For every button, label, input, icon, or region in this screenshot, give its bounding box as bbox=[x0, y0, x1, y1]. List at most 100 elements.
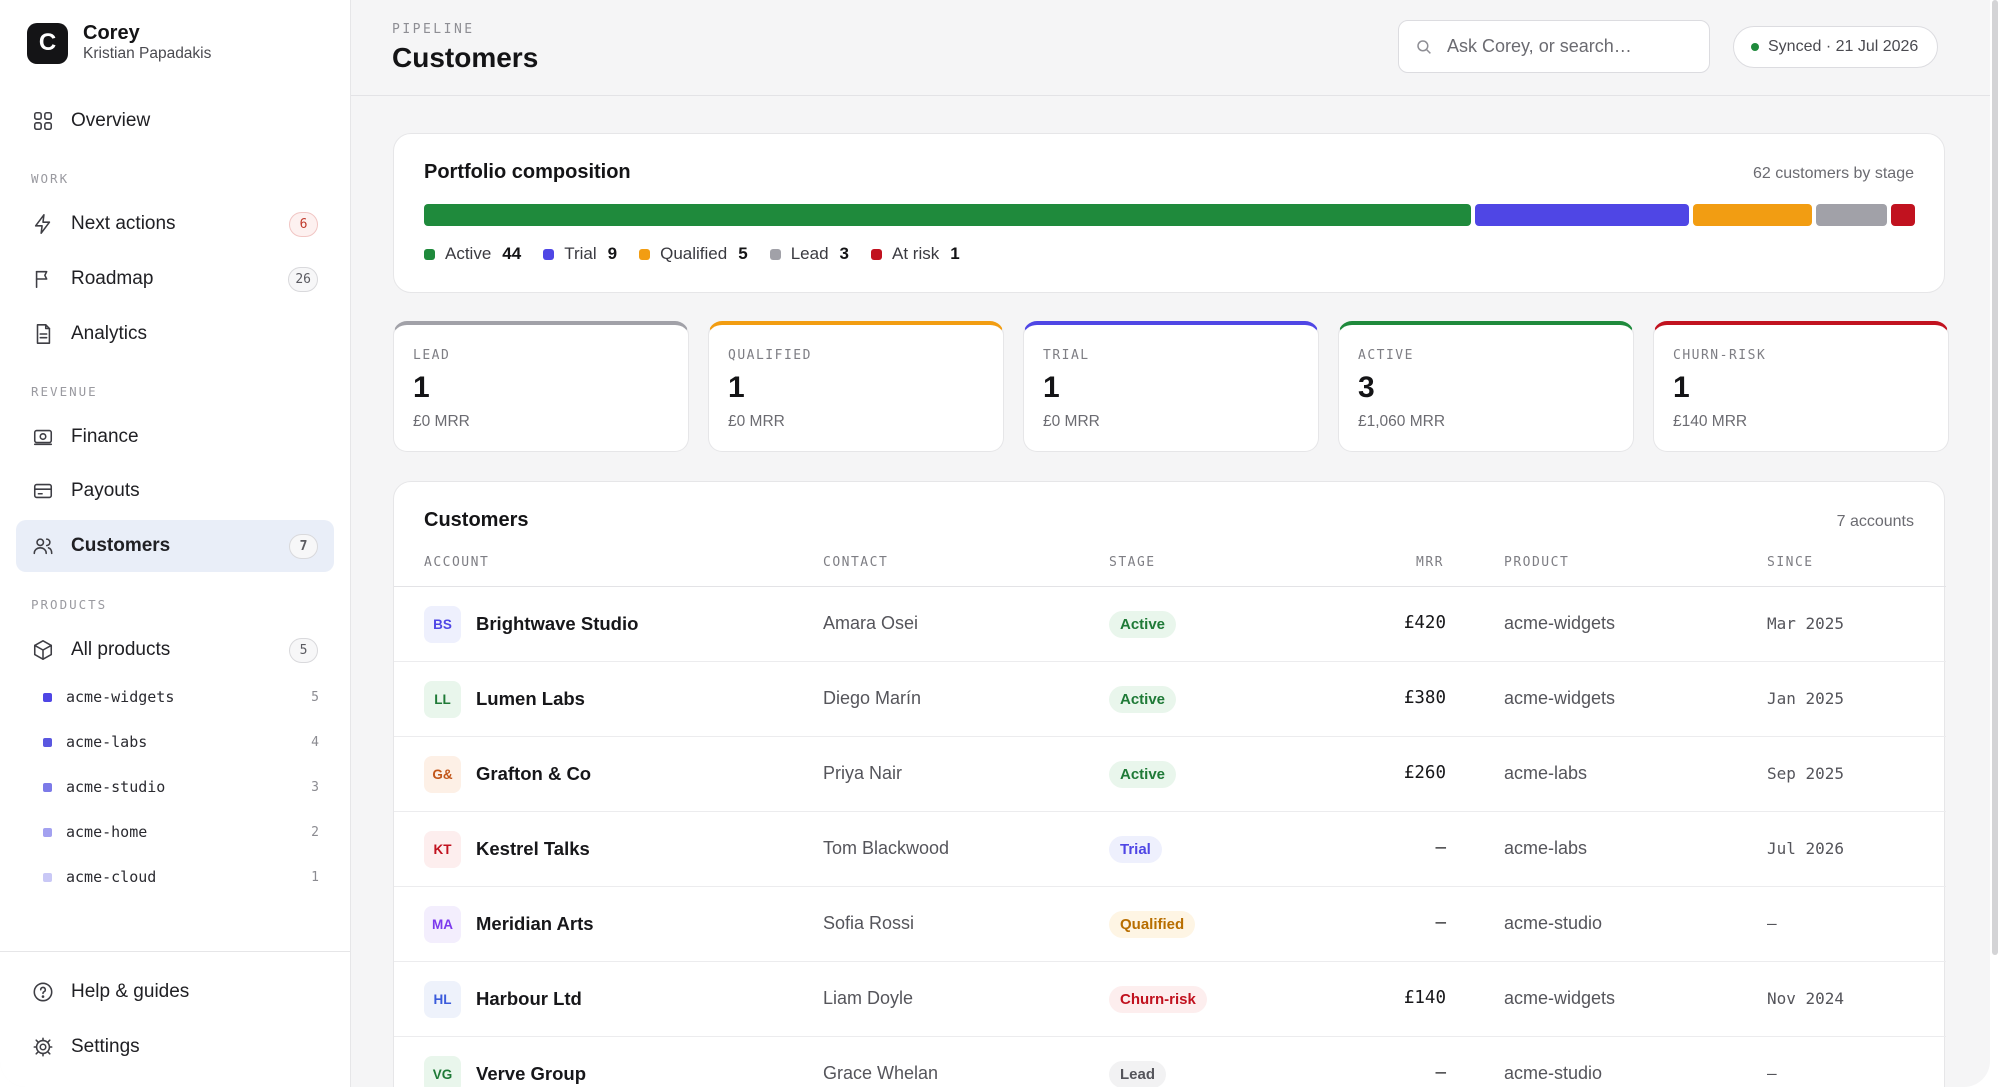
account-name[interactable]: Meridian Arts bbox=[476, 913, 594, 935]
search-icon bbox=[1415, 38, 1433, 56]
stage-card-active[interactable]: ACTIVE 3 £1,060 MRR bbox=[1338, 321, 1634, 452]
sidebar-item-all-products[interactable]: All products 5 bbox=[16, 624, 334, 676]
product-item[interactable]: acme-home 2 bbox=[43, 817, 319, 847]
mrr-value: — bbox=[1435, 913, 1446, 933]
product-name: acme-widgets bbox=[1504, 988, 1616, 1008]
sidebar-item-label: All products bbox=[71, 639, 171, 660]
column-header-account[interactable]: ACCOUNT bbox=[424, 555, 489, 570]
search-input[interactable] bbox=[1447, 36, 1697, 57]
account-name[interactable]: Brightwave Studio bbox=[476, 613, 638, 635]
status-badge: Trial bbox=[1109, 836, 1162, 863]
scrollbar[interactable] bbox=[1990, 0, 2000, 1087]
table-row[interactable]: MA Meridian Arts Sofia Rossi Qualified — acme… bbox=[394, 887, 1946, 962]
mrr-value: £420 bbox=[1403, 613, 1446, 633]
brand-name: Corey bbox=[83, 22, 140, 44]
sidebar: C Corey Kristian Papadakis Overview WORK… bbox=[0, 0, 351, 1087]
stage-card-qualified[interactable]: QUALIFIED 1 £0 MRR bbox=[708, 321, 1004, 452]
sidebar-item-label: Payouts bbox=[71, 480, 140, 501]
stage-count: 1 bbox=[728, 371, 745, 404]
legend-color-dot bbox=[424, 248, 435, 260]
workspace-switcher[interactable]: C Corey Kristian Papadakis bbox=[27, 22, 211, 64]
sidebar-item-finance[interactable]: Finance bbox=[16, 411, 334, 463]
section-label-products: PRODUCTS bbox=[31, 597, 108, 612]
count-badge: 26 bbox=[288, 266, 318, 292]
table-row[interactable]: KT Kestrel Talks Tom Blackwood Trial — acme-l… bbox=[394, 812, 1946, 887]
stage-card-lead[interactable]: LEAD 1 £0 MRR bbox=[393, 321, 689, 452]
stage-label: TRIAL bbox=[1043, 348, 1090, 363]
avatar: BS bbox=[424, 606, 461, 643]
account-name[interactable]: Grafton & Co bbox=[476, 763, 591, 785]
product-name: acme-labs bbox=[1504, 838, 1588, 858]
sidebar-item-payouts[interactable]: Payouts bbox=[16, 465, 334, 517]
contact-name: Grace Whelan bbox=[823, 1063, 939, 1083]
sidebar-item-label: Roadmap bbox=[71, 268, 154, 289]
legend-item: Qualified 5 bbox=[639, 244, 748, 264]
sidebar-item-label: Customers bbox=[71, 535, 171, 556]
column-header-product[interactable]: PRODUCT bbox=[1504, 555, 1569, 570]
stage-card-trial[interactable]: TRIAL 1 £0 MRR bbox=[1023, 321, 1319, 452]
avatar: KT bbox=[424, 831, 461, 868]
sidebar-item-overview[interactable]: Overview bbox=[16, 95, 334, 147]
stage-count: 1 bbox=[413, 371, 430, 404]
sidebar-item-analytics[interactable]: Analytics bbox=[16, 308, 334, 360]
account-name[interactable]: Verve Group bbox=[476, 1063, 586, 1085]
account-name[interactable]: Harbour Ltd bbox=[476, 988, 582, 1010]
legend-color-dot bbox=[543, 248, 555, 260]
help-icon bbox=[31, 980, 55, 1004]
table-row[interactable]: G& Grafton & Co Priya Nair Active £260 acme-l… bbox=[394, 737, 1946, 812]
column-header-contact[interactable]: CONTACT bbox=[823, 555, 888, 570]
sidebar-item-settings[interactable]: Settings bbox=[16, 1021, 334, 1073]
product-color-dot bbox=[43, 737, 52, 747]
status-badge: Active bbox=[1109, 611, 1177, 638]
scrollbar-thumb[interactable] bbox=[1992, 0, 1998, 955]
product-item[interactable]: acme-labs 4 bbox=[43, 727, 319, 757]
avatar: LL bbox=[424, 681, 461, 718]
sidebar-item-customers[interactable]: Customers 7 bbox=[16, 520, 334, 572]
account-name[interactable]: Lumen Labs bbox=[476, 688, 585, 710]
account-name[interactable]: Kestrel Talks bbox=[476, 838, 590, 860]
flag-icon bbox=[31, 267, 55, 291]
sidebar-item-roadmap[interactable]: Roadmap 26 bbox=[16, 253, 334, 305]
avatar: VG bbox=[424, 1056, 461, 1087]
mrr-value: £260 bbox=[1403, 763, 1446, 783]
product-name: acme-labs bbox=[1504, 763, 1588, 783]
product-color-dot bbox=[43, 827, 52, 837]
product-color-dot bbox=[43, 872, 52, 882]
product-item[interactable]: acme-cloud 1 bbox=[43, 862, 319, 892]
legend-count: 44 bbox=[502, 244, 522, 263]
lightning-icon bbox=[31, 212, 55, 236]
table-row[interactable]: BS Brightwave Studio Amara Osei Active £420 a… bbox=[394, 587, 1946, 662]
search-box[interactable] bbox=[1398, 20, 1710, 73]
since-date: Jan 2025 bbox=[1767, 689, 1845, 708]
mrr-value: — bbox=[1435, 838, 1446, 858]
stage-label: ACTIVE bbox=[1358, 348, 1414, 363]
column-header-since[interactable]: SINCE bbox=[1767, 555, 1814, 570]
legend-count: 3 bbox=[839, 244, 849, 263]
table-row[interactable]: VG Verve Group Grace Whelan Lead — acme-studi… bbox=[394, 1037, 1946, 1087]
legend-color-dot bbox=[871, 248, 882, 260]
sidebar-item-label: Analytics bbox=[71, 323, 148, 344]
legend-count: 9 bbox=[607, 244, 618, 263]
stage-mrr: £0 MRR bbox=[1043, 413, 1100, 430]
users-icon bbox=[31, 534, 55, 558]
status-badge: Churn-risk bbox=[1109, 986, 1207, 1013]
sidebar-item-next-actions[interactable]: Next actions 6 bbox=[16, 198, 334, 250]
column-header-stage[interactable]: STAGE bbox=[1109, 555, 1156, 570]
sidebar-item-help[interactable]: Help & guides bbox=[16, 966, 334, 1018]
product-name: acme-studio bbox=[1504, 913, 1603, 933]
sidebar-divider bbox=[0, 951, 351, 952]
card-title: Customers bbox=[424, 509, 529, 531]
count-badge: 7 bbox=[289, 533, 318, 559]
stage-card-churn-risk[interactable]: CHURN-RISK 1 £140 MRR bbox=[1653, 321, 1949, 452]
stage-mrr: £140 MRR bbox=[1673, 413, 1748, 430]
product-item[interactable]: acme-widgets 5 bbox=[43, 682, 319, 712]
table-row[interactable]: HL Harbour Ltd Liam Doyle Churn-risk £140 acm… bbox=[394, 962, 1946, 1037]
count-badge: 5 bbox=[289, 637, 318, 663]
sync-status: Synced · 21 Jul 2026 bbox=[1733, 26, 1939, 68]
sidebar-item-label: Help & guides bbox=[71, 981, 190, 1002]
table-row[interactable]: LL Lumen Labs Diego Marín Active £380 acme-wi… bbox=[394, 662, 1946, 737]
column-header-mrr[interactable]: MRR bbox=[1416, 555, 1444, 570]
gear-icon bbox=[31, 1035, 55, 1059]
product-item[interactable]: acme-studio 3 bbox=[43, 772, 319, 802]
since-date: — bbox=[1767, 914, 1777, 933]
